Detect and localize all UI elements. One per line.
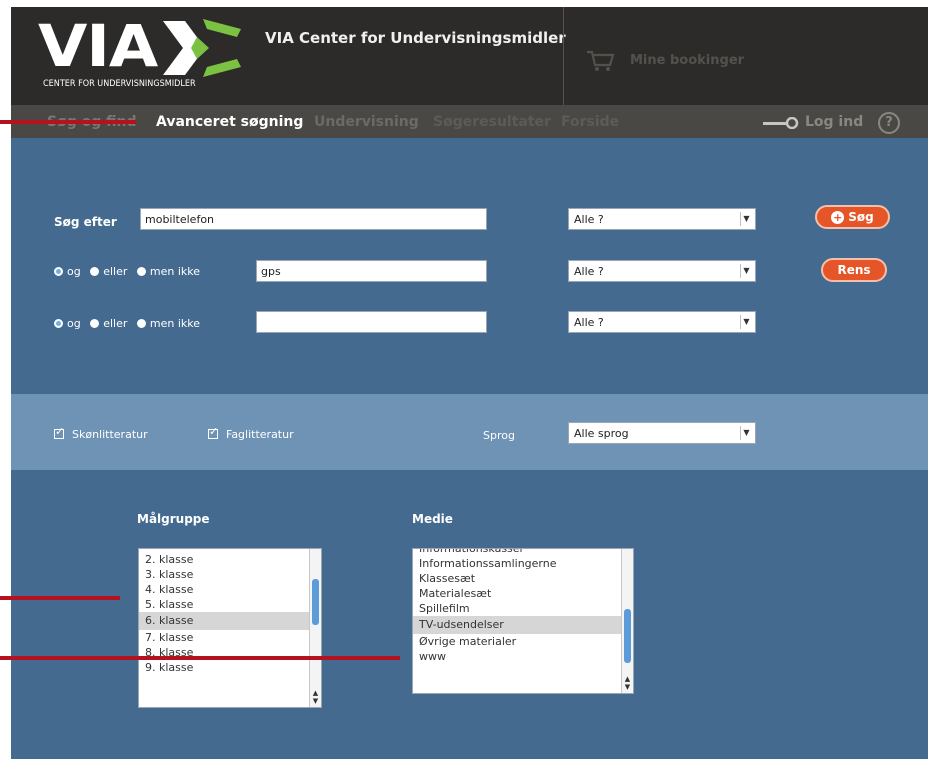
radio-and-2[interactable] bbox=[54, 267, 63, 276]
radio-or-label: eller bbox=[103, 265, 128, 278]
language-select[interactable]: Alle sprog ▼ bbox=[568, 422, 756, 444]
nonfiction-checkbox[interactable]: Faglitteratur bbox=[208, 425, 294, 441]
logo-subtitle: CENTER FOR UNDERVISNINGSMIDLER bbox=[43, 79, 196, 89]
list-item[interactable]: Materialesæt bbox=[413, 586, 633, 601]
operator-group-2: og eller men ikke bbox=[54, 265, 206, 278]
search-button[interactable]: + Søg bbox=[815, 205, 890, 229]
list-item-selected[interactable]: 6. klasse bbox=[139, 612, 321, 630]
lists-panel: Målgruppe Medie 2. klasse 3. klasse 4. k… bbox=[11, 470, 928, 759]
list-item[interactable]: 9. klasse bbox=[139, 660, 321, 675]
chevron-down-icon: ▼ bbox=[740, 264, 752, 278]
media-heading: Medie bbox=[412, 512, 453, 526]
site-header: VIA CENTER FOR UNDERVISNINGSMIDLER VIA C… bbox=[11, 7, 928, 105]
scrollbar[interactable]: ▲ ▼ bbox=[621, 549, 633, 693]
list-item[interactable]: 7. klasse bbox=[139, 630, 321, 645]
logo-arrows-icon bbox=[163, 19, 241, 77]
header-divider bbox=[563, 7, 564, 105]
plus-icon: + bbox=[831, 211, 845, 224]
scrollbar-thumb[interactable] bbox=[624, 609, 631, 663]
radio-and-3[interactable] bbox=[54, 319, 63, 328]
radio-or-2[interactable] bbox=[90, 267, 100, 276]
annotation-line-media bbox=[0, 656, 400, 660]
nav-front-page[interactable]: Forside bbox=[561, 114, 619, 130]
list-item[interactable]: Informationssamlingerne bbox=[413, 556, 633, 571]
list-item[interactable]: www bbox=[413, 649, 633, 664]
my-bookings-link[interactable]: Mine bookinger bbox=[630, 53, 744, 68]
chevron-down-icon: ▼ bbox=[740, 315, 752, 329]
help-icon[interactable]: ? bbox=[878, 112, 900, 134]
list-item[interactable]: Klassesæt bbox=[413, 571, 633, 586]
filter-band: Skønlitteratur Faglitteratur Sprog Alle … bbox=[11, 394, 928, 470]
language-label: Sprog bbox=[483, 429, 515, 442]
list-item[interactable]: 4. klasse bbox=[139, 582, 321, 597]
annotation-line-target-group bbox=[0, 596, 120, 600]
search-term-input-2[interactable]: gps bbox=[256, 260, 487, 282]
checkbox-icon bbox=[54, 425, 64, 439]
login-link[interactable]: Log ind bbox=[805, 114, 863, 130]
language-select-value: Alle sprog bbox=[574, 427, 629, 440]
search-term-input-3[interactable] bbox=[256, 311, 487, 333]
radio-and-label: og bbox=[67, 317, 81, 330]
scrollbar[interactable]: ▲ ▼ bbox=[309, 549, 321, 707]
chevron-down-icon: ▼ bbox=[740, 212, 752, 226]
search-term-input-1[interactable]: mobiltelefon bbox=[140, 208, 487, 230]
scope-select-2[interactable]: Alle ? ▼ bbox=[568, 260, 756, 282]
logo-wordmark: VIA bbox=[38, 12, 158, 80]
app-window: VIA CENTER FOR UNDERVISNINGSMIDLER VIA C… bbox=[11, 0, 928, 759]
list-item-selected[interactable]: TV-udsendelser bbox=[413, 616, 633, 634]
checkbox-icon bbox=[208, 425, 218, 439]
scroll-arrows-icon[interactable]: ▲ ▼ bbox=[624, 675, 631, 691]
radio-not-2[interactable] bbox=[136, 267, 146, 276]
scope-select-3[interactable]: Alle ? ▼ bbox=[568, 311, 756, 333]
radio-or-label: eller bbox=[103, 317, 128, 330]
clear-button[interactable]: Rens bbox=[821, 258, 887, 282]
scope-select-2-value: Alle ? bbox=[574, 265, 604, 278]
chevron-down-icon: ▼ bbox=[740, 426, 752, 440]
radio-or-3[interactable] bbox=[90, 319, 100, 328]
scope-select-3-value: Alle ? bbox=[574, 316, 604, 329]
scope-select-1-value: Alle ? bbox=[574, 213, 604, 226]
clear-button-label: Rens bbox=[837, 263, 871, 277]
scope-select-1[interactable]: Alle ? ▼ bbox=[568, 208, 756, 230]
annotation-line-nav bbox=[0, 120, 136, 124]
list-item[interactable]: 3. klasse bbox=[139, 567, 321, 582]
search-for-label: Søg efter bbox=[54, 215, 117, 229]
list-item[interactable]: Informationskasser bbox=[413, 549, 633, 556]
list-item[interactable]: 5. klasse bbox=[139, 597, 321, 612]
key-icon bbox=[763, 117, 799, 129]
media-listbox[interactable]: Informationskasser Informationssamlinger… bbox=[412, 548, 634, 694]
operator-group-3: og eller men ikke bbox=[54, 317, 206, 330]
scroll-arrows-icon[interactable]: ▲ ▼ bbox=[312, 689, 319, 705]
fiction-label: Skønlitteratur bbox=[72, 428, 148, 441]
radio-not-label: men ikke bbox=[149, 265, 201, 278]
via-logo[interactable]: VIA CENTER FOR UNDERVISNINGSMIDLER bbox=[33, 13, 263, 97]
nonfiction-label: Faglitteratur bbox=[226, 428, 294, 441]
list-item[interactable]: Spillefilm bbox=[413, 601, 633, 616]
nav-teaching[interactable]: Undervisning bbox=[314, 114, 419, 130]
radio-and-label: og bbox=[67, 265, 81, 278]
radio-not-label: men ikke bbox=[149, 317, 201, 330]
list-item[interactable]: Øvrige materialer bbox=[413, 634, 633, 649]
search-panel: Søg efter mobiltelefon Alle ? ▼ + Søg og … bbox=[11, 138, 928, 394]
list-item[interactable]: 2. klasse bbox=[139, 552, 321, 567]
target-group-heading: Målgruppe bbox=[137, 512, 210, 526]
search-button-label: Søg bbox=[848, 210, 874, 224]
site-title: VIA Center for Undervisningsmidler bbox=[265, 29, 566, 47]
radio-not-3[interactable] bbox=[136, 319, 146, 328]
shopping-cart-icon[interactable] bbox=[586, 49, 616, 73]
fiction-checkbox[interactable]: Skønlitteratur bbox=[54, 425, 148, 441]
nav-search-results[interactable]: Søgeresultater bbox=[433, 114, 551, 130]
scrollbar-thumb[interactable] bbox=[312, 579, 319, 625]
nav-advanced-search[interactable]: Avanceret søgning bbox=[156, 114, 303, 130]
target-group-listbox[interactable]: 2. klasse 3. klasse 4. klasse 5. klasse … bbox=[138, 548, 322, 708]
main-nav: Søg og find Avanceret søgning Undervisni… bbox=[11, 105, 928, 138]
